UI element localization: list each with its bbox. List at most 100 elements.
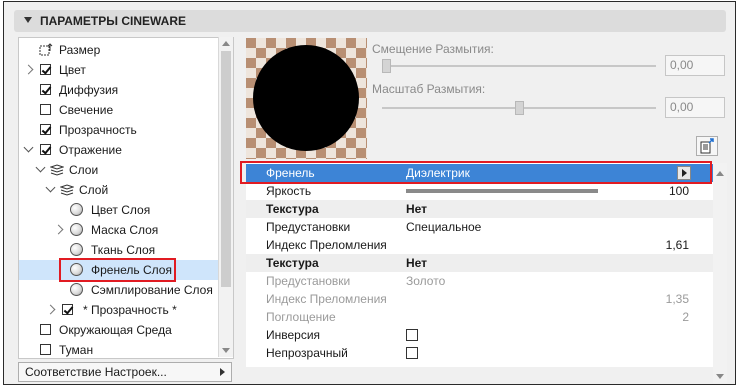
- highlight-box: [240, 161, 712, 184]
- export-settings-button[interactable]: [696, 136, 718, 156]
- tree-item-label: Размер: [59, 43, 101, 57]
- tree-item-layer-fabric[interactable]: Ткань Слоя: [19, 240, 219, 260]
- tree-item-label: Свечение: [59, 103, 114, 117]
- tree-item-label: Цвет: [59, 63, 86, 77]
- shader-sphere-icon: [70, 243, 83, 256]
- prop-name: Текстура: [266, 256, 319, 270]
- tree-item-label: Ткань Слоя: [91, 243, 156, 257]
- prop-name: Предустановки: [266, 274, 351, 288]
- blur-offset-track[interactable]: [382, 65, 656, 67]
- chevron-down-icon[interactable]: [23, 142, 34, 153]
- tree-item-diffusion[interactable]: Диффузия: [19, 80, 219, 100]
- prop-row-ior-2: Индекс Преломления 1,35: [246, 290, 713, 308]
- arrow-right-icon: [220, 368, 225, 376]
- tree-item-label: * Прозрачность *: [83, 303, 177, 317]
- tree-item-transparency[interactable]: Прозрачность: [19, 120, 219, 140]
- tree-item-size[interactable]: Размер: [19, 40, 219, 60]
- prop-value: Нет: [406, 202, 428, 216]
- material-preview: [246, 38, 367, 159]
- properties-scrollbar[interactable]: [713, 163, 727, 383]
- prop-name: Поглощение: [266, 310, 336, 324]
- prop-row-ior[interactable]: Индекс Преломления 1,61: [246, 236, 713, 254]
- blur-scale-field[interactable]: 0,00: [665, 97, 725, 118]
- checkbox[interactable]: [62, 304, 73, 315]
- brightness-bar[interactable]: [406, 189, 598, 193]
- tree-item-color[interactable]: Цвет: [19, 60, 219, 80]
- panel-header[interactable]: ПАРАМЕТРЫ CINEWARE: [14, 10, 726, 32]
- checkbox[interactable]: [40, 144, 51, 155]
- tree-scrollbar[interactable]: [218, 37, 233, 357]
- chevron-down-icon[interactable]: [35, 162, 46, 173]
- blur-scale-slider[interactable]: [514, 101, 524, 115]
- prop-name: Непрозрачный: [266, 346, 348, 360]
- checkbox[interactable]: [40, 324, 51, 335]
- tree-item-luminance[interactable]: Свечение: [19, 100, 219, 120]
- opaque-checkbox[interactable]: [406, 347, 418, 359]
- invert-checkbox[interactable]: [406, 329, 418, 341]
- scroll-up-icon[interactable]: [222, 41, 230, 46]
- tree-item-label: Отражение: [59, 143, 122, 157]
- tree-item-label: Сэмплирование Слоя: [91, 283, 213, 297]
- prop-name: Инверсия: [266, 328, 321, 342]
- chevron-right-icon[interactable]: [45, 304, 56, 315]
- collapse-triangle-icon[interactable]: [24, 17, 32, 23]
- tree-item-label: Слой: [79, 183, 109, 197]
- prop-row-texture[interactable]: Текстура Нет: [246, 200, 713, 218]
- tree-item-label: Туман: [59, 343, 94, 357]
- prop-row-invert[interactable]: Инверсия: [246, 326, 713, 344]
- scroll-up-icon[interactable]: [716, 171, 724, 176]
- panel-title: ПАРАМЕТРЫ CINEWARE: [40, 14, 186, 28]
- prop-row-opaque[interactable]: Непрозрачный: [246, 344, 713, 362]
- blur-offset-slider[interactable]: [382, 59, 391, 73]
- prop-value: Нет: [406, 256, 428, 270]
- blur-offset-field[interactable]: 0,00: [665, 55, 725, 76]
- fresnel-properties-table: Френель Диэлектрик Яркость 100 Текстура …: [246, 163, 713, 367]
- checkbox[interactable]: [40, 84, 51, 95]
- tree-item-label: Диффузия: [59, 83, 119, 97]
- size-icon: [39, 43, 53, 56]
- blur-offset-label: Смещение Размытия:: [372, 42, 494, 56]
- tree-item-layers[interactable]: Слои: [19, 160, 219, 180]
- checkbox[interactable]: [40, 104, 51, 115]
- tree-item-fog[interactable]: Туман: [19, 340, 219, 358]
- shader-sphere-icon: [70, 203, 83, 216]
- document-export-icon: [700, 138, 714, 154]
- prop-number[interactable]: 1,61: [666, 236, 689, 254]
- match-settings-button[interactable]: Соответствие Настроек...: [18, 362, 232, 382]
- tree-item-label: Слои: [69, 163, 99, 177]
- prop-row-brightness[interactable]: Яркость 100: [246, 182, 713, 200]
- prop-name: Яркость: [266, 184, 312, 198]
- tree-item-layer[interactable]: Слой: [19, 180, 219, 200]
- prop-number: 2: [682, 310, 689, 324]
- prop-number[interactable]: 100: [669, 182, 689, 200]
- tree-item-environment[interactable]: Окружающая Среда: [19, 320, 219, 340]
- chevron-right-icon[interactable]: [53, 224, 64, 235]
- prop-value: Специальное: [406, 220, 482, 234]
- scroll-down-icon[interactable]: [716, 374, 724, 379]
- tree-item-layer-color[interactable]: Цвет Слоя: [19, 200, 219, 220]
- brightness-bar-fill: [406, 189, 598, 193]
- checkbox[interactable]: [40, 64, 51, 75]
- checkbox[interactable]: [40, 344, 51, 355]
- tree-item-layer-mask[interactable]: Маска Слоя: [19, 220, 219, 240]
- prop-number: 1,35: [665, 292, 689, 306]
- scroll-down-icon[interactable]: [222, 348, 230, 353]
- tree-item-reflectance[interactable]: Отражение: [19, 140, 219, 160]
- prop-row-presets[interactable]: Предустановки Специальное: [246, 218, 713, 236]
- checkbox[interactable]: [40, 124, 51, 135]
- cineware-settings-window: ПАРАМЕТРЫ CINEWARE Размер Цвет Диффузия …: [3, 1, 736, 385]
- channel-tree: Размер Цвет Диффузия Свечение Прозрачнос…: [18, 37, 234, 359]
- chevron-right-icon[interactable]: [23, 64, 34, 75]
- tree-item-label: Прозрачность: [59, 123, 137, 137]
- prop-name: Индекс Преломления: [266, 238, 387, 252]
- tree-item-layer-transparency[interactable]: * Прозрачность *: [19, 300, 219, 320]
- chevron-down-icon[interactable]: [45, 182, 56, 193]
- prop-name: Текстура: [266, 202, 319, 216]
- layers-icon: [50, 164, 64, 176]
- preview-sphere: [253, 45, 359, 151]
- shader-sphere-icon: [70, 283, 83, 296]
- prop-row-texture-2[interactable]: Текстура Нет: [246, 254, 713, 272]
- shader-sphere-icon: [70, 223, 83, 236]
- scrollbar-thumb[interactable]: [221, 51, 231, 287]
- tree-item-layer-sampling[interactable]: Сэмплирование Слоя: [19, 280, 219, 300]
